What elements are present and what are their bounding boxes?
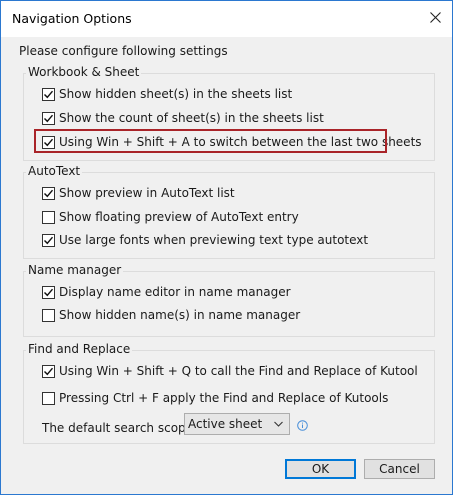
checkbox-label: Show hidden sheet(s) in the sheets list: [59, 87, 293, 101]
search-scope-select[interactable]: Active sheet: [184, 413, 290, 435]
group-find-replace: Find and Replace Using Win + Shift + Q t…: [23, 342, 435, 444]
group-label-name-manager: Name manager: [26, 263, 124, 278]
checkbox-show-preview-autotext[interactable]: Show preview in AutoText list: [42, 185, 235, 201]
checkbox-display-name-editor[interactable]: Display name editor in name manager: [42, 284, 291, 300]
checkbox-box[interactable]: [42, 87, 55, 101]
group-name-manager: Name manager Display name editor in name…: [23, 263, 435, 337]
checkbox-box[interactable]: [42, 233, 55, 247]
checkbox-box[interactable]: [42, 210, 55, 224]
checkmark-icon: [44, 288, 54, 296]
highlight-box: [34, 129, 387, 153]
checkbox-ctrl-f[interactable]: Pressing Ctrl + F apply the Find and Rep…: [42, 390, 388, 406]
checkbox-box[interactable]: [42, 308, 55, 322]
checkbox-label: Show hidden name(s) in name manager: [59, 308, 301, 322]
close-button[interactable]: [418, 1, 452, 33]
checkbox-label: Show floating preview of AutoText entry: [59, 210, 299, 224]
group-label-workbook-sheet: Workbook & Sheet: [26, 65, 142, 80]
checkmark-icon: [44, 367, 54, 375]
checkbox-box[interactable]: [42, 285, 55, 299]
search-scope-value: Active sheet: [188, 417, 263, 431]
checkbox-label: Show preview in AutoText list: [59, 186, 235, 200]
chevron-down-icon: [274, 421, 283, 427]
intro-text: Please configure following settings: [19, 44, 228, 58]
checkbox-label: Show the count of sheet(s) in the sheets…: [59, 111, 324, 125]
checkbox-win-shift-q[interactable]: Using Win + Shift + Q to call the Find a…: [42, 363, 418, 379]
checkmark-icon: [44, 189, 54, 197]
checkbox-large-fonts[interactable]: Use large fonts when previewing text typ…: [42, 232, 368, 248]
close-icon: [429, 11, 441, 23]
group-label-autotext: AutoText: [26, 164, 83, 179]
checkbox-show-sheet-count[interactable]: Show the count of sheet(s) in the sheets…: [42, 110, 324, 126]
checkbox-show-hidden-sheets[interactable]: Show hidden sheet(s) in the sheets list: [42, 86, 292, 102]
info-icon[interactable]: [297, 420, 308, 431]
ok-button[interactable]: OK: [285, 459, 356, 479]
search-scope-label: The default search scope:: [42, 421, 198, 435]
title-bar: Navigation Options: [1, 1, 452, 37]
checkmark-icon: [44, 236, 54, 244]
checkbox-box[interactable]: [42, 391, 55, 405]
checkbox-label: Pressing Ctrl + F apply the Find and Rep…: [59, 391, 389, 405]
group-label-find-replace: Find and Replace: [26, 342, 133, 357]
group-autotext: AutoText Show preview in AutoText list S…: [23, 164, 435, 259]
checkmark-icon: [44, 90, 54, 98]
dialog-title: Navigation Options: [12, 11, 132, 26]
checkbox-box[interactable]: [42, 364, 55, 378]
checkbox-label: Use large fonts when previewing text typ…: [59, 233, 369, 247]
checkbox-floating-preview[interactable]: Show floating preview of AutoText entry: [42, 209, 299, 225]
checkbox-label: Display name editor in name manager: [59, 285, 291, 299]
cancel-button[interactable]: Cancel: [364, 459, 435, 479]
checkmark-icon: [44, 114, 54, 122]
checkbox-box[interactable]: [42, 186, 55, 200]
checkbox-box[interactable]: [42, 111, 55, 125]
checkbox-show-hidden-names[interactable]: Show hidden name(s) in name manager: [42, 307, 300, 323]
navigation-options-dialog: Navigation Options Please configure foll…: [0, 0, 453, 495]
checkbox-label: Using Win + Shift + Q to call the Find a…: [59, 364, 418, 378]
